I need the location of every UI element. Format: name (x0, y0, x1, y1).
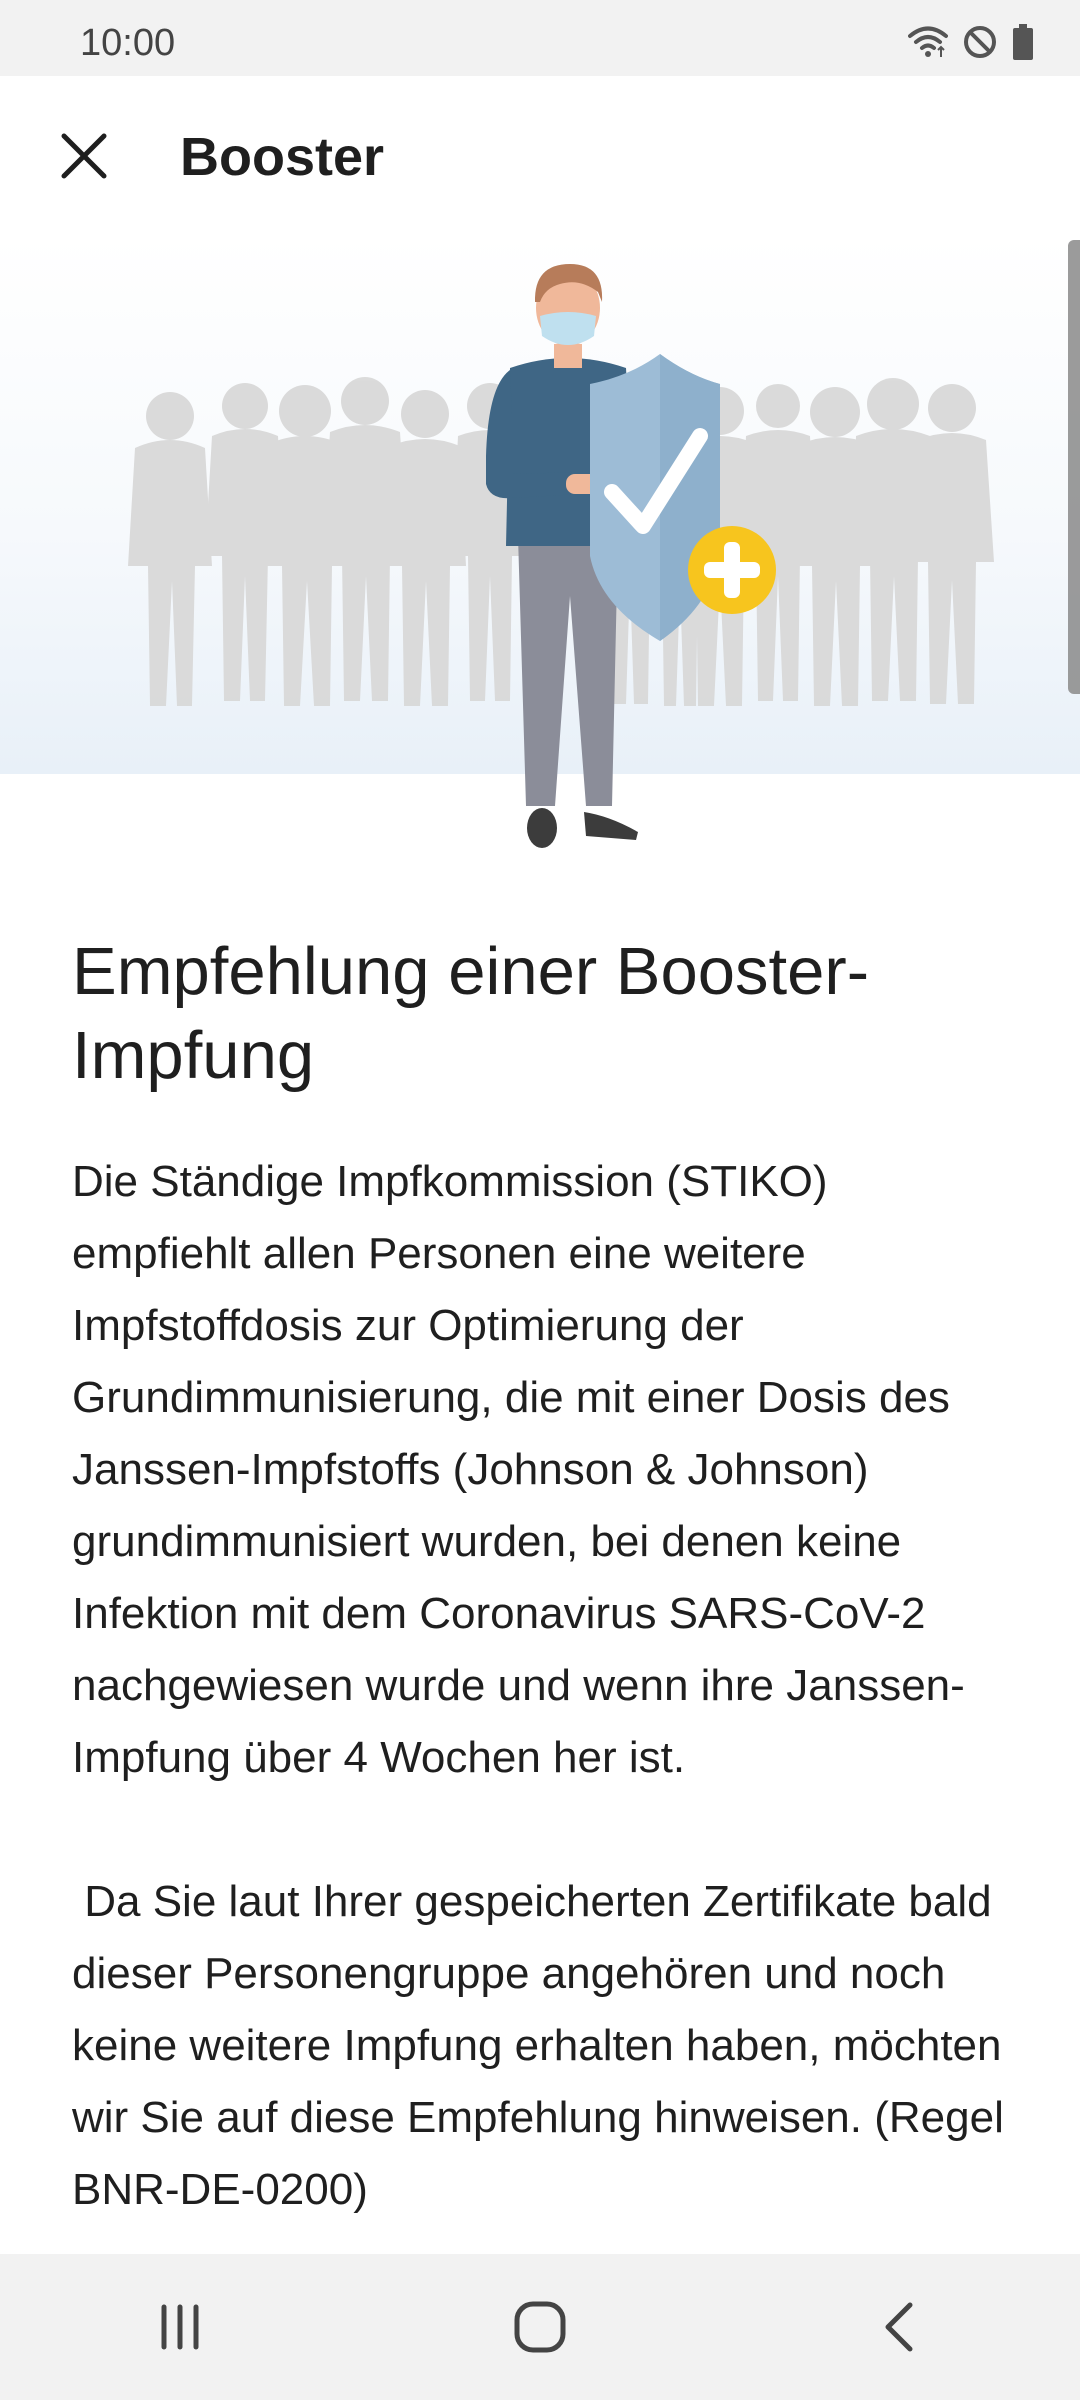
paragraph-recommendation: Die Ständige Impfkommission (STIKO) empf… (72, 1157, 965, 1782)
wifi-icon (908, 25, 948, 59)
page-title: Booster (180, 127, 385, 187)
status-time: 10:00 (80, 22, 176, 64)
close-icon (61, 133, 107, 179)
booster-illustration (0, 236, 1080, 856)
recent-apps-button[interactable] (100, 2267, 260, 2387)
recent-apps-icon (161, 2304, 199, 2350)
screen: 10:00 Booster Empfehlung einer Booster-I… (0, 0, 1080, 2400)
battery-icon (1012, 24, 1034, 60)
navigation-bar (0, 2254, 1080, 2400)
person-with-shield-image (128, 264, 994, 848)
back-icon (885, 2302, 913, 2352)
status-bar: 10:00 (0, 0, 1080, 76)
scrollbar[interactable] (1068, 240, 1080, 694)
status-icons (908, 22, 1034, 62)
home-button[interactable] (460, 2267, 620, 2387)
app-bar: Booster (0, 76, 1080, 236)
content-section: Empfehlung einer Booster-Impfung Die Stä… (72, 930, 1012, 2298)
close-button[interactable] (44, 116, 124, 196)
headline: Empfehlung einer Booster-Impfung (72, 934, 869, 1093)
paragraph-notice: Da Sie laut Ihrer gespeicherten Zertifik… (72, 1877, 1017, 2214)
do-not-disturb-icon (962, 24, 998, 60)
home-icon (514, 2301, 566, 2353)
plus-badge-icon (688, 526, 776, 614)
back-button[interactable] (820, 2267, 980, 2387)
